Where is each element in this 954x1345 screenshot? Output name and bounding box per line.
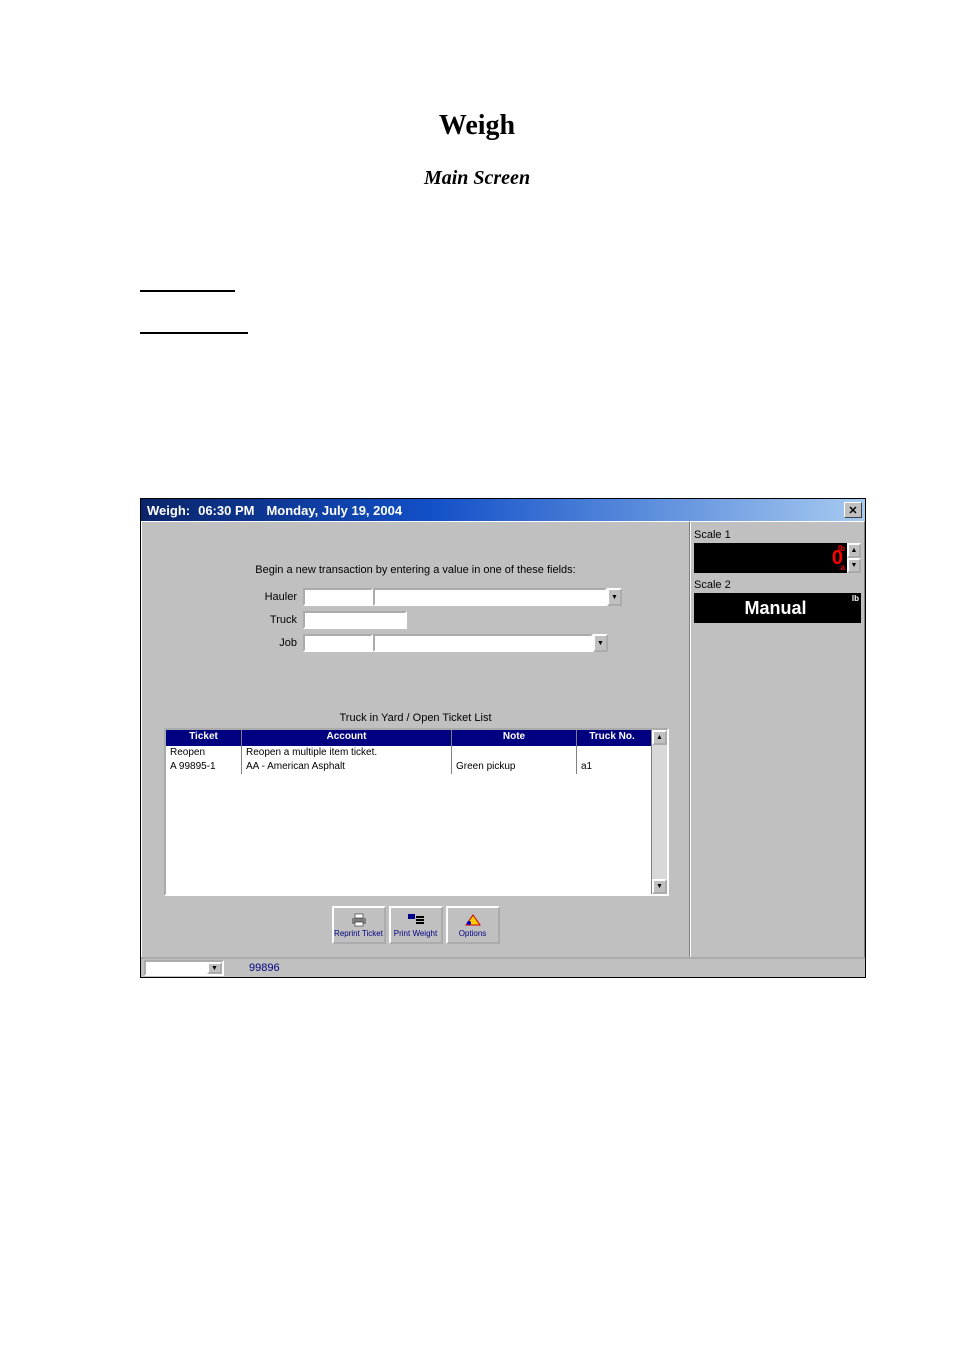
col-truck: Truck No. bbox=[577, 730, 647, 746]
col-note: Note bbox=[452, 730, 577, 746]
scale1-mode: a bbox=[841, 563, 845, 572]
hauler-code-input[interactable] bbox=[303, 588, 373, 606]
chevron-down-icon: ▼ bbox=[851, 562, 858, 569]
scale2-unit: lb bbox=[852, 594, 859, 603]
titlebar-time: 06:30 PM bbox=[198, 503, 254, 518]
chevron-up-icon: ▲ bbox=[656, 734, 663, 741]
chevron-down-icon: ▼ bbox=[597, 640, 604, 647]
section-underline bbox=[140, 290, 235, 292]
scale-icon bbox=[407, 913, 425, 927]
status-dropdown-button[interactable]: ▼ bbox=[207, 962, 222, 974]
scale1-label: Scale 1 bbox=[694, 529, 861, 541]
cell-ticket: A 99895-1 bbox=[166, 760, 242, 774]
scale-panel: Scale 1 0 lb a ▲ ▼ Scale 2 Manual lb bbox=[690, 521, 865, 959]
app-window: Weigh: 06:30 PM Monday, July 19, 2004 ✕ … bbox=[140, 498, 866, 978]
scale2-label: Scale 2 bbox=[694, 579, 861, 591]
titlebar: Weigh: 06:30 PM Monday, July 19, 2004 ✕ bbox=[141, 499, 865, 521]
scale1-up-button[interactable]: ▲ bbox=[847, 543, 861, 558]
job-name-input[interactable] bbox=[373, 634, 593, 652]
cell-account: Reopen a multiple item ticket. bbox=[242, 746, 452, 760]
scale1-display: 0 lb a bbox=[694, 543, 847, 573]
chevron-down-icon: ▼ bbox=[656, 883, 663, 890]
col-account: Account bbox=[242, 730, 452, 746]
table-row[interactable]: Reopen Reopen a multiple item ticket. bbox=[166, 746, 651, 760]
scale2-display: Manual lb bbox=[694, 593, 861, 623]
job-dropdown-button[interactable]: ▼ bbox=[593, 634, 608, 652]
instruction-text: Begin a new transaction by entering a va… bbox=[142, 564, 689, 576]
scale1-unit: lb bbox=[838, 544, 845, 553]
ticket-rows-area[interactable]: Ticket Account Note Truck No. Reopen Reo… bbox=[166, 730, 651, 894]
ticket-table: Ticket Account Note Truck No. Reopen Reo… bbox=[164, 728, 669, 896]
ticket-scrollbar[interactable]: ▲ ▼ bbox=[651, 730, 667, 894]
scroll-up-button[interactable]: ▲ bbox=[652, 730, 667, 745]
reprint-ticket-button[interactable]: Reprint Ticket bbox=[332, 906, 386, 944]
hauler-dropdown-button[interactable]: ▼ bbox=[607, 588, 622, 606]
hauler-label: Hauler bbox=[142, 591, 303, 603]
page-title: Weigh bbox=[0, 110, 954, 142]
col-ticket: Ticket bbox=[166, 730, 242, 746]
titlebar-date: Monday, July 19, 2004 bbox=[266, 503, 402, 518]
options-label: Options bbox=[459, 929, 487, 938]
cell-account: AA - American Asphalt bbox=[242, 760, 452, 774]
print-weight-button[interactable]: Print Weight bbox=[389, 906, 443, 944]
options-icon bbox=[464, 913, 482, 927]
cell-note: Green pickup bbox=[452, 760, 577, 774]
hauler-name-input[interactable] bbox=[373, 588, 607, 606]
job-code-input[interactable] bbox=[303, 634, 373, 652]
cell-truck: a1 bbox=[577, 760, 647, 774]
reprint-ticket-label: Reprint Ticket bbox=[334, 929, 383, 938]
scale1-spinner[interactable]: ▲ ▼ bbox=[847, 543, 861, 573]
statusbar: ▼ 99896 bbox=[141, 957, 865, 977]
print-weight-label: Print Weight bbox=[394, 929, 437, 938]
ticket-table-header: Ticket Account Note Truck No. bbox=[166, 730, 651, 746]
chevron-down-icon: ▼ bbox=[611, 594, 618, 601]
chevron-up-icon: ▲ bbox=[851, 547, 858, 554]
options-button[interactable]: Options bbox=[446, 906, 500, 944]
main-panel: Begin a new transaction by entering a va… bbox=[141, 521, 690, 959]
scale1-down-button[interactable]: ▼ bbox=[847, 558, 861, 573]
scale1-readout: 0 lb a ▲ ▼ bbox=[694, 543, 861, 573]
truck-input[interactable] bbox=[303, 611, 407, 629]
job-label: Job bbox=[142, 637, 303, 649]
cell-note bbox=[452, 746, 577, 760]
status-combo[interactable]: ▼ bbox=[144, 960, 224, 976]
printer-icon bbox=[350, 913, 368, 927]
toolbar: Reprint Ticket Print Weight Options bbox=[142, 906, 689, 944]
status-number: 99896 bbox=[249, 962, 280, 974]
close-icon: ✕ bbox=[848, 504, 857, 517]
scroll-down-button[interactable]: ▼ bbox=[652, 879, 667, 894]
scale2-value: Manual bbox=[744, 598, 806, 619]
page-subtitle: Main Screen bbox=[0, 167, 954, 190]
ticket-list-heading: Truck in Yard / Open Ticket List bbox=[142, 712, 689, 724]
app-name: Weigh: bbox=[147, 503, 190, 518]
section-underline bbox=[140, 332, 248, 334]
table-row[interactable]: A 99895-1 AA - American Asphalt Green pi… bbox=[166, 760, 651, 774]
cell-truck bbox=[577, 746, 647, 760]
scale2-readout: Manual lb bbox=[694, 593, 861, 623]
chevron-down-icon: ▼ bbox=[211, 965, 218, 972]
truck-label: Truck bbox=[142, 614, 303, 626]
scroll-track[interactable] bbox=[652, 745, 667, 879]
close-button[interactable]: ✕ bbox=[844, 502, 862, 518]
cell-ticket: Reopen bbox=[166, 746, 242, 760]
